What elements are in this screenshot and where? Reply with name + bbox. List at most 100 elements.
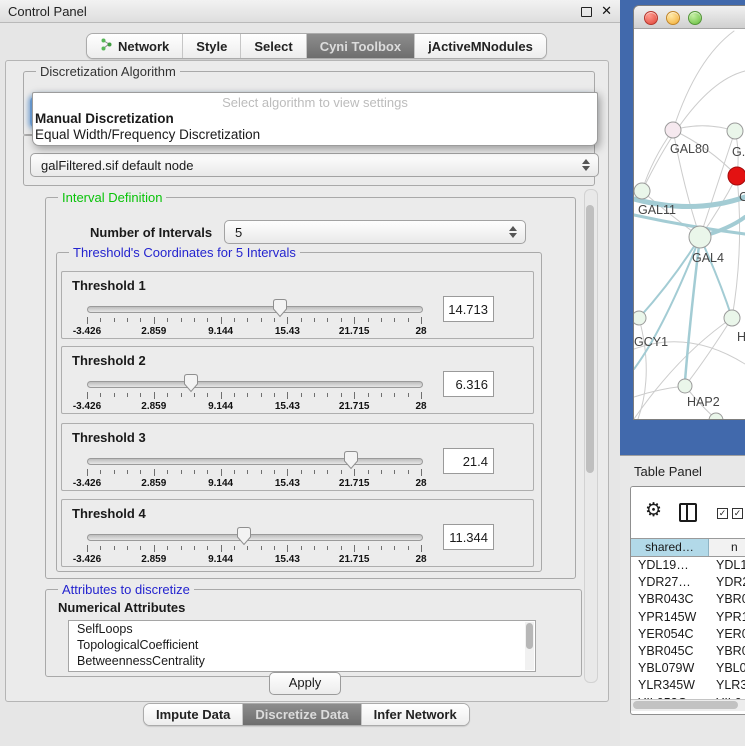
threshold-value-field[interactable]: 11.344 [443, 524, 494, 550]
slider-handle[interactable] [272, 298, 288, 318]
network-node[interactable] [727, 123, 743, 139]
cell-name[interactable]: YDR2 [708, 574, 745, 591]
table-row[interactable]: YBL079WYBL0 [631, 660, 745, 677]
threshold-value-field[interactable]: 14.713 [443, 296, 494, 322]
tick [207, 470, 208, 474]
column-layout-icon[interactable] [679, 503, 697, 522]
network-node[interactable] [728, 167, 745, 185]
table-row[interactable]: YDL19…YDL1 [631, 557, 745, 574]
network-canvas[interactable]: GAL80G.GAL11CGAL4GCY1HHAP2 [634, 29, 745, 419]
tab-cyni-toolbox[interactable]: Cyni Toolbox [306, 34, 414, 58]
network-edge-highlighted[interactable] [634, 237, 700, 369]
checkbox-icon[interactable]: ✓ [732, 508, 743, 519]
network-edge[interactable] [685, 318, 732, 386]
threshold-slider[interactable]: -3.4262.8599.14415.4321.71528 [87, 373, 421, 413]
content-scrollbar[interactable] [584, 189, 598, 683]
table-data-combobox[interactable]: galFiltered.sif default node [30, 153, 599, 177]
group-title: Interval Definition [58, 190, 166, 205]
slider-track[interactable] [87, 306, 423, 313]
apply-button[interactable]: Apply [269, 672, 341, 695]
checkbox-icon[interactable]: ✓ [717, 508, 728, 519]
network-node[interactable] [634, 311, 646, 325]
cell-shared-name[interactable]: YPR145W [631, 609, 708, 626]
zoom-traffic-light-icon[interactable] [688, 11, 702, 25]
table-row[interactable]: YBR043CYBR0 [631, 591, 745, 608]
cell-name[interactable]: YLR3 [708, 677, 745, 694]
slider-track[interactable] [87, 534, 423, 541]
attribute-list-item[interactable]: BetweennessCentrality [69, 653, 535, 669]
table-row[interactable]: YLR345WYLR3 [631, 677, 745, 694]
cell-name[interactable]: YER0 [708, 626, 745, 643]
cell-name[interactable]: YDL1 [708, 557, 745, 574]
tab-label: Style [196, 39, 227, 54]
threshold-value-field[interactable]: 6.316 [443, 371, 494, 397]
cell-name[interactable]: YPR1 [708, 609, 745, 626]
attribute-list-item[interactable]: TopologicalCoefficient [69, 637, 535, 653]
threshold-label: Threshold 2 [72, 353, 146, 368]
cell-shared-name[interactable]: YLR345W [631, 677, 708, 694]
cell-name[interactable]: YBL0 [708, 660, 745, 677]
list-scrollbar[interactable] [525, 622, 534, 670]
table-row[interactable]: YPR145WYPR1 [631, 609, 745, 626]
tick [87, 392, 88, 399]
slider-handle[interactable] [183, 373, 199, 393]
cell-name[interactable]: YBR0 [708, 643, 745, 660]
tab-infer-network[interactable]: Infer Network [361, 704, 469, 725]
cell-shared-name[interactable]: YDR27… [631, 574, 708, 591]
table-row[interactable]: YDR27…YDR2 [631, 574, 745, 591]
tick [221, 469, 222, 476]
network-node[interactable] [689, 226, 711, 248]
threshold-slider[interactable]: -3.4262.8599.14415.4321.71528 [87, 298, 421, 338]
close-traffic-light-icon[interactable] [644, 11, 658, 25]
threshold-slider[interactable]: -3.4262.8599.14415.4321.71528 [87, 526, 421, 566]
network-edge[interactable] [673, 31, 734, 130]
table-row[interactable]: YBR045CYBR0 [631, 643, 745, 660]
tab-network[interactable]: Network [87, 34, 182, 58]
table-horizontal-scrollbar[interactable] [631, 699, 745, 711]
network-edge[interactable] [673, 126, 735, 131]
slider-handle[interactable] [236, 526, 252, 546]
tick [100, 393, 101, 397]
tick [354, 469, 355, 476]
scrollbar-thumb[interactable] [586, 205, 594, 473]
tab-discretize-data[interactable]: Discretize Data [242, 704, 360, 725]
network-edge-highlighted[interactable] [634, 215, 745, 234]
tab-style[interactable]: Style [182, 34, 240, 58]
network-edge-highlighted[interactable] [700, 237, 732, 318]
tab-impute-data[interactable]: Impute Data [144, 704, 242, 725]
cell-shared-name[interactable]: YBL079W [631, 660, 708, 677]
slider-ticks [87, 392, 421, 400]
network-node[interactable] [665, 122, 681, 138]
cell-name[interactable]: YBR0 [708, 591, 745, 608]
threshold-value-field[interactable]: 21.4 [443, 448, 494, 474]
column-header-name[interactable]: n [709, 539, 745, 556]
numerical-attributes-list[interactable]: SelfLoopsTopologicalCoefficientBetweenne… [68, 620, 536, 672]
network-node[interactable] [678, 379, 692, 393]
dropdown-option-equal-width-frequency[interactable]: Equal Width/Frequency Discretization [35, 127, 260, 142]
slider-handle[interactable] [343, 450, 359, 470]
number-of-intervals-combobox[interactable]: 5 [224, 220, 526, 244]
network-edge[interactable] [634, 386, 685, 397]
network-node[interactable] [724, 310, 740, 326]
threshold-slider[interactable]: -3.4262.8599.14415.4321.71528 [87, 450, 421, 490]
table-row[interactable]: YER054CYER0 [631, 626, 745, 643]
column-header-shared-name[interactable]: shared… [631, 539, 709, 556]
scrollbar-thumb[interactable] [526, 623, 533, 649]
float-window-icon[interactable] [581, 7, 592, 17]
gear-icon[interactable]: ⚙ [645, 501, 662, 520]
cell-shared-name[interactable]: YDL19… [631, 557, 708, 574]
network-node[interactable] [709, 413, 723, 419]
scrollbar-thumb[interactable] [633, 701, 738, 709]
cell-shared-name[interactable]: YBR043C [631, 591, 708, 608]
cell-shared-name[interactable]: YBR045C [631, 643, 708, 660]
attribute-list-item[interactable]: SelfLoops [69, 621, 535, 637]
minimize-traffic-light-icon[interactable] [666, 11, 680, 25]
cell-shared-name[interactable]: YER054C [631, 626, 708, 643]
tab-select[interactable]: Select [240, 34, 305, 58]
slider-track[interactable] [87, 458, 423, 465]
slider-track[interactable] [87, 381, 423, 388]
tab-jactivemnodules[interactable]: jActiveMNodules [414, 34, 546, 58]
network-node[interactable] [634, 183, 650, 199]
dropdown-option-manual-discretization[interactable]: Manual Discretization [35, 111, 174, 126]
close-icon[interactable]: ✕ [601, 3, 612, 19]
